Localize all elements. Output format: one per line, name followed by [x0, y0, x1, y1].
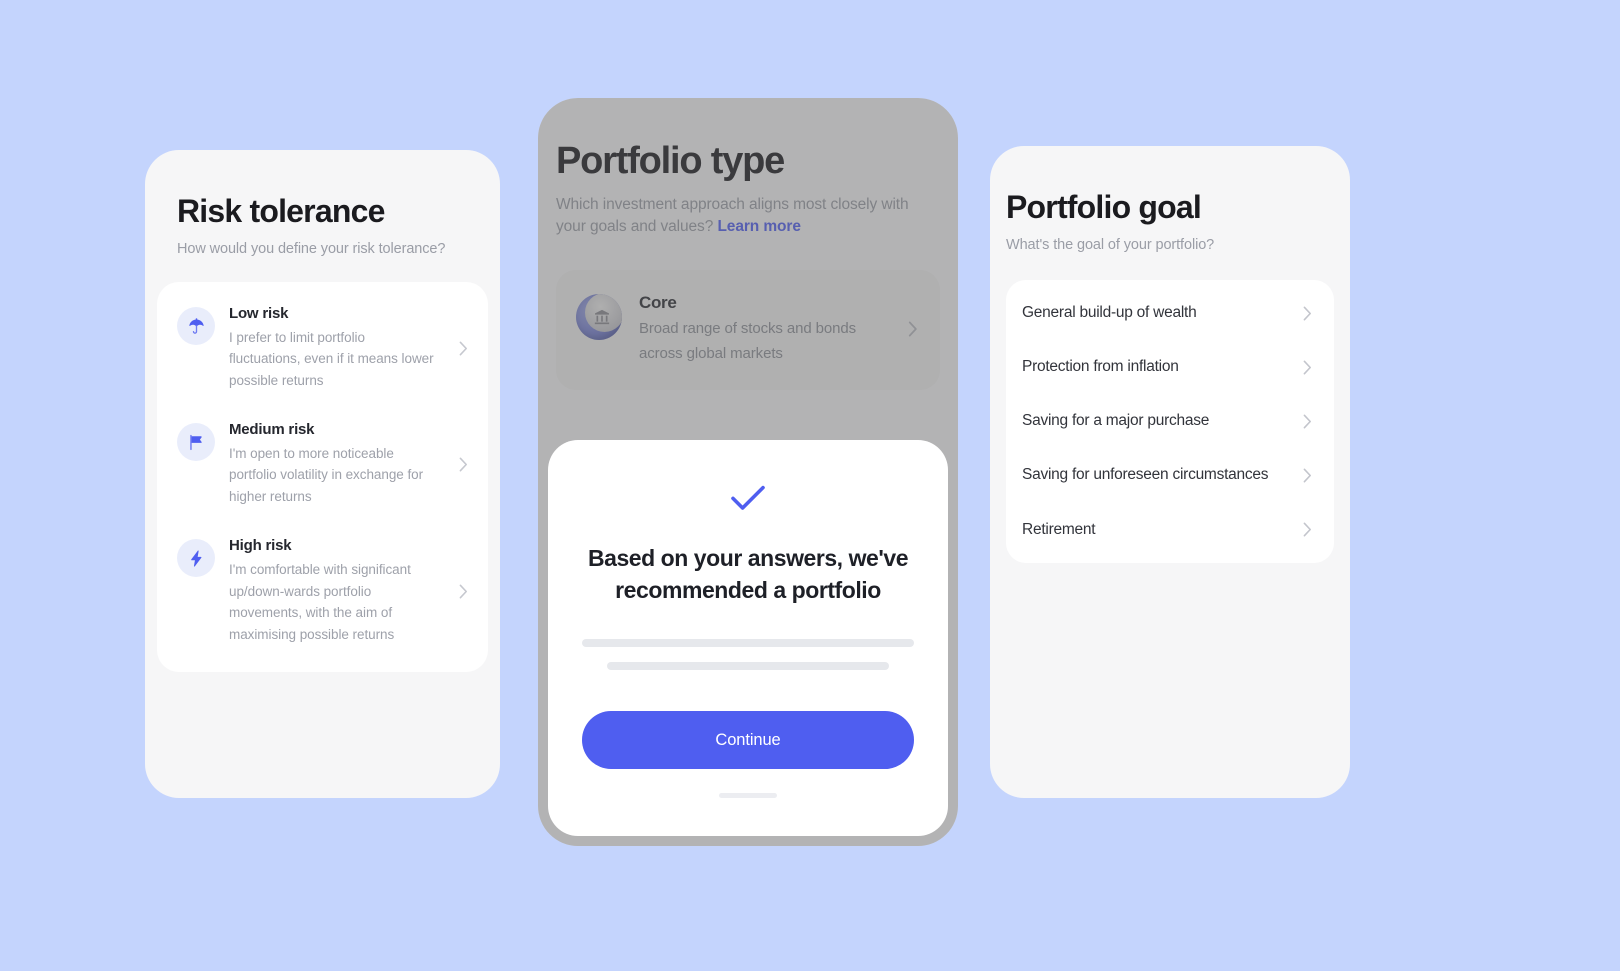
goal-options-list: General build-up of wealth Protection fr… [1006, 280, 1334, 563]
page-subtitle: What's the goal of your portfolio? [1006, 236, 1215, 253]
learn-more-link[interactable]: Learn more [717, 218, 801, 235]
goal-option-saving-for-a-major-purchase[interactable]: Saving for a major purchase [1006, 394, 1334, 448]
core-option-title: Core [639, 293, 677, 312]
modal-skeleton-placeholder [582, 639, 914, 670]
lightning-bolt-icon [177, 539, 215, 578]
risk-option-title: Low risk [229, 305, 289, 322]
risk-option-high[interactable]: High risk I'm comfortable with significa… [157, 522, 488, 660]
check-icon [730, 484, 766, 517]
goal-option-label: General build-up of wealth [1022, 304, 1197, 321]
flag-icon [177, 423, 215, 462]
recommendation-modal: Based on your answers, we've recommended… [548, 440, 948, 836]
page-title: Risk tolerance [177, 193, 385, 229]
portfolio-type-option-core[interactable]: Core Broad range of stocks and bonds acr… [556, 270, 940, 390]
home-indicator [719, 793, 777, 798]
goal-option-saving-for-unforeseen-circumstances[interactable]: Saving for unforeseen circumstances [1006, 448, 1334, 502]
page-subtitle: How would you define your risk tolerance… [177, 240, 446, 257]
umbrella-icon [177, 307, 215, 345]
goal-screen-header: Portfolio goal What's the goal of your p… [990, 146, 1350, 256]
chevron-right-icon [454, 341, 472, 356]
page-subtitle: Which investment approach aligns most cl… [556, 194, 940, 239]
risk-option-low[interactable]: Low risk I prefer to limit portfolio flu… [157, 290, 488, 406]
risk-option-description: I prefer to limit portfolio fluctuations… [229, 329, 434, 389]
risk-options-list: Low risk I prefer to limit portfolio flu… [157, 282, 488, 673]
goal-option-label: Protection from inflation [1022, 358, 1179, 376]
modal-title: Based on your answers, we've recommended… [587, 545, 909, 603]
risk-option-description: I'm open to more noticeable portfolio vo… [229, 445, 424, 505]
risk-screen-header: Risk tolerance How would you define your… [145, 150, 500, 260]
goal-option-label: Saving for a major purchase [1022, 412, 1210, 430]
screenshot-stage: Risk tolerance How would you define your… [0, 0, 1620, 971]
goal-option-retirement[interactable]: Retirement [1006, 503, 1334, 557]
portfolio-goal-screen: Portfolio goal What's the goal of your p… [990, 146, 1350, 798]
chevron-right-icon [454, 584, 472, 599]
goal-option-protection-from-inflation[interactable]: Protection from inflation [1006, 340, 1334, 394]
risk-option-title: Medium risk [229, 421, 315, 439]
chevron-right-icon [1298, 414, 1316, 429]
risk-tolerance-screen: Risk tolerance How would you define your… [145, 150, 500, 798]
type-screen-header: Portfolio type Which investment approach… [538, 98, 958, 238]
risk-option-title: High risk [229, 537, 292, 555]
chevron-right-icon [454, 457, 472, 472]
risk-option-medium[interactable]: Medium risk I'm open to more noticeable … [157, 406, 488, 522]
continue-button[interactable]: Continue [582, 711, 914, 769]
goal-option-label: Saving for unforeseen circumstances [1022, 466, 1269, 484]
risk-option-description: I'm comfortable with significant up/down… [229, 561, 411, 643]
goal-option-label: Retirement [1022, 520, 1096, 538]
skeleton-line [582, 639, 914, 647]
chevron-right-icon [1298, 306, 1316, 321]
chevron-right-icon [904, 321, 922, 337]
core-option-description: Broad range of stocks and bonds across g… [639, 320, 857, 362]
page-title: Portfolio goal [1006, 189, 1202, 225]
chevron-right-icon [1298, 360, 1316, 375]
skeleton-line [606, 662, 890, 670]
chevron-right-icon [1298, 522, 1316, 537]
goal-option-general-build-up-of-wealth[interactable]: General build-up of wealth [1006, 286, 1334, 340]
page-title: Portfolio type [556, 140, 785, 182]
portfolio-type-screen: Portfolio type Which investment approach… [538, 98, 958, 846]
chevron-right-icon [1298, 468, 1316, 483]
bank-coin-icon [576, 294, 622, 340]
